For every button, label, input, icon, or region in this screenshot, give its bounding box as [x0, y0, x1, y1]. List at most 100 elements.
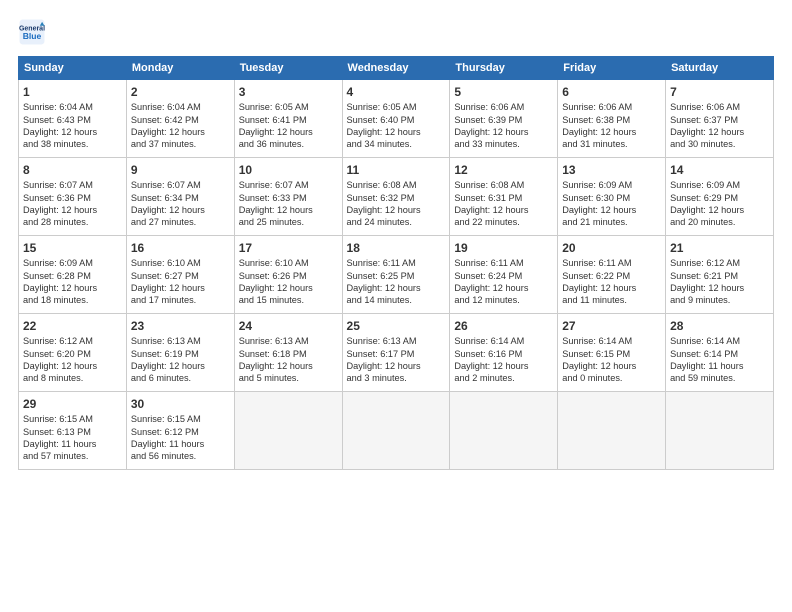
calendar-cell: 28Sunrise: 6:14 AM Sunset: 6:14 PM Dayli… — [666, 314, 774, 392]
day-header-sunday: Sunday — [19, 57, 127, 80]
day-number: 7 — [670, 84, 769, 100]
day-number: 4 — [347, 84, 446, 100]
calendar-cell: 1Sunrise: 6:04 AM Sunset: 6:43 PM Daylig… — [19, 80, 127, 158]
day-info: Sunrise: 6:06 AM Sunset: 6:39 PM Dayligh… — [454, 101, 553, 151]
calendar-cell: 6Sunrise: 6:06 AM Sunset: 6:38 PM Daylig… — [558, 80, 666, 158]
day-header-saturday: Saturday — [666, 57, 774, 80]
day-header-tuesday: Tuesday — [234, 57, 342, 80]
day-header-thursday: Thursday — [450, 57, 558, 80]
day-info: Sunrise: 6:14 AM Sunset: 6:15 PM Dayligh… — [562, 335, 661, 385]
calendar-cell — [558, 392, 666, 470]
calendar-cell: 20Sunrise: 6:11 AM Sunset: 6:22 PM Dayli… — [558, 236, 666, 314]
day-info: Sunrise: 6:12 AM Sunset: 6:20 PM Dayligh… — [23, 335, 122, 385]
day-number: 6 — [562, 84, 661, 100]
day-number: 16 — [131, 240, 230, 256]
day-info: Sunrise: 6:10 AM Sunset: 6:26 PM Dayligh… — [239, 257, 338, 307]
calendar-cell: 29Sunrise: 6:15 AM Sunset: 6:13 PM Dayli… — [19, 392, 127, 470]
calendar-cell — [342, 392, 450, 470]
day-number: 13 — [562, 162, 661, 178]
day-info: Sunrise: 6:07 AM Sunset: 6:33 PM Dayligh… — [239, 179, 338, 229]
calendar-cell — [234, 392, 342, 470]
calendar-week-3: 15Sunrise: 6:09 AM Sunset: 6:28 PM Dayli… — [19, 236, 774, 314]
calendar-cell: 11Sunrise: 6:08 AM Sunset: 6:32 PM Dayli… — [342, 158, 450, 236]
day-info: Sunrise: 6:08 AM Sunset: 6:32 PM Dayligh… — [347, 179, 446, 229]
calendar-cell: 7Sunrise: 6:06 AM Sunset: 6:37 PM Daylig… — [666, 80, 774, 158]
day-info: Sunrise: 6:11 AM Sunset: 6:22 PM Dayligh… — [562, 257, 661, 307]
day-number: 26 — [454, 318, 553, 334]
day-number: 20 — [562, 240, 661, 256]
day-number: 30 — [131, 396, 230, 412]
calendar-cell: 15Sunrise: 6:09 AM Sunset: 6:28 PM Dayli… — [19, 236, 127, 314]
day-info: Sunrise: 6:07 AM Sunset: 6:34 PM Dayligh… — [131, 179, 230, 229]
calendar-cell: 21Sunrise: 6:12 AM Sunset: 6:21 PM Dayli… — [666, 236, 774, 314]
day-info: Sunrise: 6:15 AM Sunset: 6:13 PM Dayligh… — [23, 413, 122, 463]
day-info: Sunrise: 6:14 AM Sunset: 6:14 PM Dayligh… — [670, 335, 769, 385]
day-info: Sunrise: 6:12 AM Sunset: 6:21 PM Dayligh… — [670, 257, 769, 307]
day-info: Sunrise: 6:10 AM Sunset: 6:27 PM Dayligh… — [131, 257, 230, 307]
calendar-cell: 22Sunrise: 6:12 AM Sunset: 6:20 PM Dayli… — [19, 314, 127, 392]
day-number: 18 — [347, 240, 446, 256]
day-number: 8 — [23, 162, 122, 178]
day-header-friday: Friday — [558, 57, 666, 80]
day-number: 23 — [131, 318, 230, 334]
day-number: 21 — [670, 240, 769, 256]
day-info: Sunrise: 6:11 AM Sunset: 6:25 PM Dayligh… — [347, 257, 446, 307]
day-info: Sunrise: 6:04 AM Sunset: 6:42 PM Dayligh… — [131, 101, 230, 151]
calendar-cell: 8Sunrise: 6:07 AM Sunset: 6:36 PM Daylig… — [19, 158, 127, 236]
day-info: Sunrise: 6:06 AM Sunset: 6:38 PM Dayligh… — [562, 101, 661, 151]
day-number: 29 — [23, 396, 122, 412]
day-number: 5 — [454, 84, 553, 100]
day-info: Sunrise: 6:13 AM Sunset: 6:17 PM Dayligh… — [347, 335, 446, 385]
calendar-cell: 3Sunrise: 6:05 AM Sunset: 6:41 PM Daylig… — [234, 80, 342, 158]
day-info: Sunrise: 6:09 AM Sunset: 6:29 PM Dayligh… — [670, 179, 769, 229]
logo: General Blue — [18, 18, 46, 46]
calendar-cell: 23Sunrise: 6:13 AM Sunset: 6:19 PM Dayli… — [126, 314, 234, 392]
calendar-cell: 14Sunrise: 6:09 AM Sunset: 6:29 PM Dayli… — [666, 158, 774, 236]
day-info: Sunrise: 6:11 AM Sunset: 6:24 PM Dayligh… — [454, 257, 553, 307]
calendar-cell: 19Sunrise: 6:11 AM Sunset: 6:24 PM Dayli… — [450, 236, 558, 314]
day-info: Sunrise: 6:04 AM Sunset: 6:43 PM Dayligh… — [23, 101, 122, 151]
day-number: 9 — [131, 162, 230, 178]
day-number: 22 — [23, 318, 122, 334]
calendar-cell: 25Sunrise: 6:13 AM Sunset: 6:17 PM Dayli… — [342, 314, 450, 392]
calendar-cell: 13Sunrise: 6:09 AM Sunset: 6:30 PM Dayli… — [558, 158, 666, 236]
calendar-cell: 17Sunrise: 6:10 AM Sunset: 6:26 PM Dayli… — [234, 236, 342, 314]
day-number: 24 — [239, 318, 338, 334]
day-number: 28 — [670, 318, 769, 334]
svg-text:Blue: Blue — [23, 31, 42, 41]
day-number: 10 — [239, 162, 338, 178]
calendar-week-5: 29Sunrise: 6:15 AM Sunset: 6:13 PM Dayli… — [19, 392, 774, 470]
calendar-week-2: 8Sunrise: 6:07 AM Sunset: 6:36 PM Daylig… — [19, 158, 774, 236]
day-info: Sunrise: 6:13 AM Sunset: 6:18 PM Dayligh… — [239, 335, 338, 385]
day-info: Sunrise: 6:08 AM Sunset: 6:31 PM Dayligh… — [454, 179, 553, 229]
day-info: Sunrise: 6:14 AM Sunset: 6:16 PM Dayligh… — [454, 335, 553, 385]
calendar-table: SundayMondayTuesdayWednesdayThursdayFrid… — [18, 56, 774, 470]
calendar-cell: 4Sunrise: 6:05 AM Sunset: 6:40 PM Daylig… — [342, 80, 450, 158]
day-number: 14 — [670, 162, 769, 178]
day-info: Sunrise: 6:06 AM Sunset: 6:37 PM Dayligh… — [670, 101, 769, 151]
calendar-cell: 9Sunrise: 6:07 AM Sunset: 6:34 PM Daylig… — [126, 158, 234, 236]
day-number: 25 — [347, 318, 446, 334]
day-number: 2 — [131, 84, 230, 100]
day-number: 1 — [23, 84, 122, 100]
calendar-cell: 27Sunrise: 6:14 AM Sunset: 6:15 PM Dayli… — [558, 314, 666, 392]
calendar-cell: 24Sunrise: 6:13 AM Sunset: 6:18 PM Dayli… — [234, 314, 342, 392]
day-number: 12 — [454, 162, 553, 178]
day-number: 19 — [454, 240, 553, 256]
day-number: 11 — [347, 162, 446, 178]
page: General Blue SundayMondayTuesdayWednesda… — [0, 0, 792, 480]
calendar-cell: 30Sunrise: 6:15 AM Sunset: 6:12 PM Dayli… — [126, 392, 234, 470]
day-info: Sunrise: 6:13 AM Sunset: 6:19 PM Dayligh… — [131, 335, 230, 385]
day-number: 17 — [239, 240, 338, 256]
header: General Blue — [18, 18, 774, 46]
day-info: Sunrise: 6:07 AM Sunset: 6:36 PM Dayligh… — [23, 179, 122, 229]
calendar-cell — [450, 392, 558, 470]
calendar-cell: 18Sunrise: 6:11 AM Sunset: 6:25 PM Dayli… — [342, 236, 450, 314]
day-info: Sunrise: 6:05 AM Sunset: 6:41 PM Dayligh… — [239, 101, 338, 151]
logo-icon: General Blue — [18, 18, 46, 46]
day-info: Sunrise: 6:05 AM Sunset: 6:40 PM Dayligh… — [347, 101, 446, 151]
calendar-cell: 5Sunrise: 6:06 AM Sunset: 6:39 PM Daylig… — [450, 80, 558, 158]
calendar-cell: 26Sunrise: 6:14 AM Sunset: 6:16 PM Dayli… — [450, 314, 558, 392]
day-header-monday: Monday — [126, 57, 234, 80]
calendar-week-1: 1Sunrise: 6:04 AM Sunset: 6:43 PM Daylig… — [19, 80, 774, 158]
